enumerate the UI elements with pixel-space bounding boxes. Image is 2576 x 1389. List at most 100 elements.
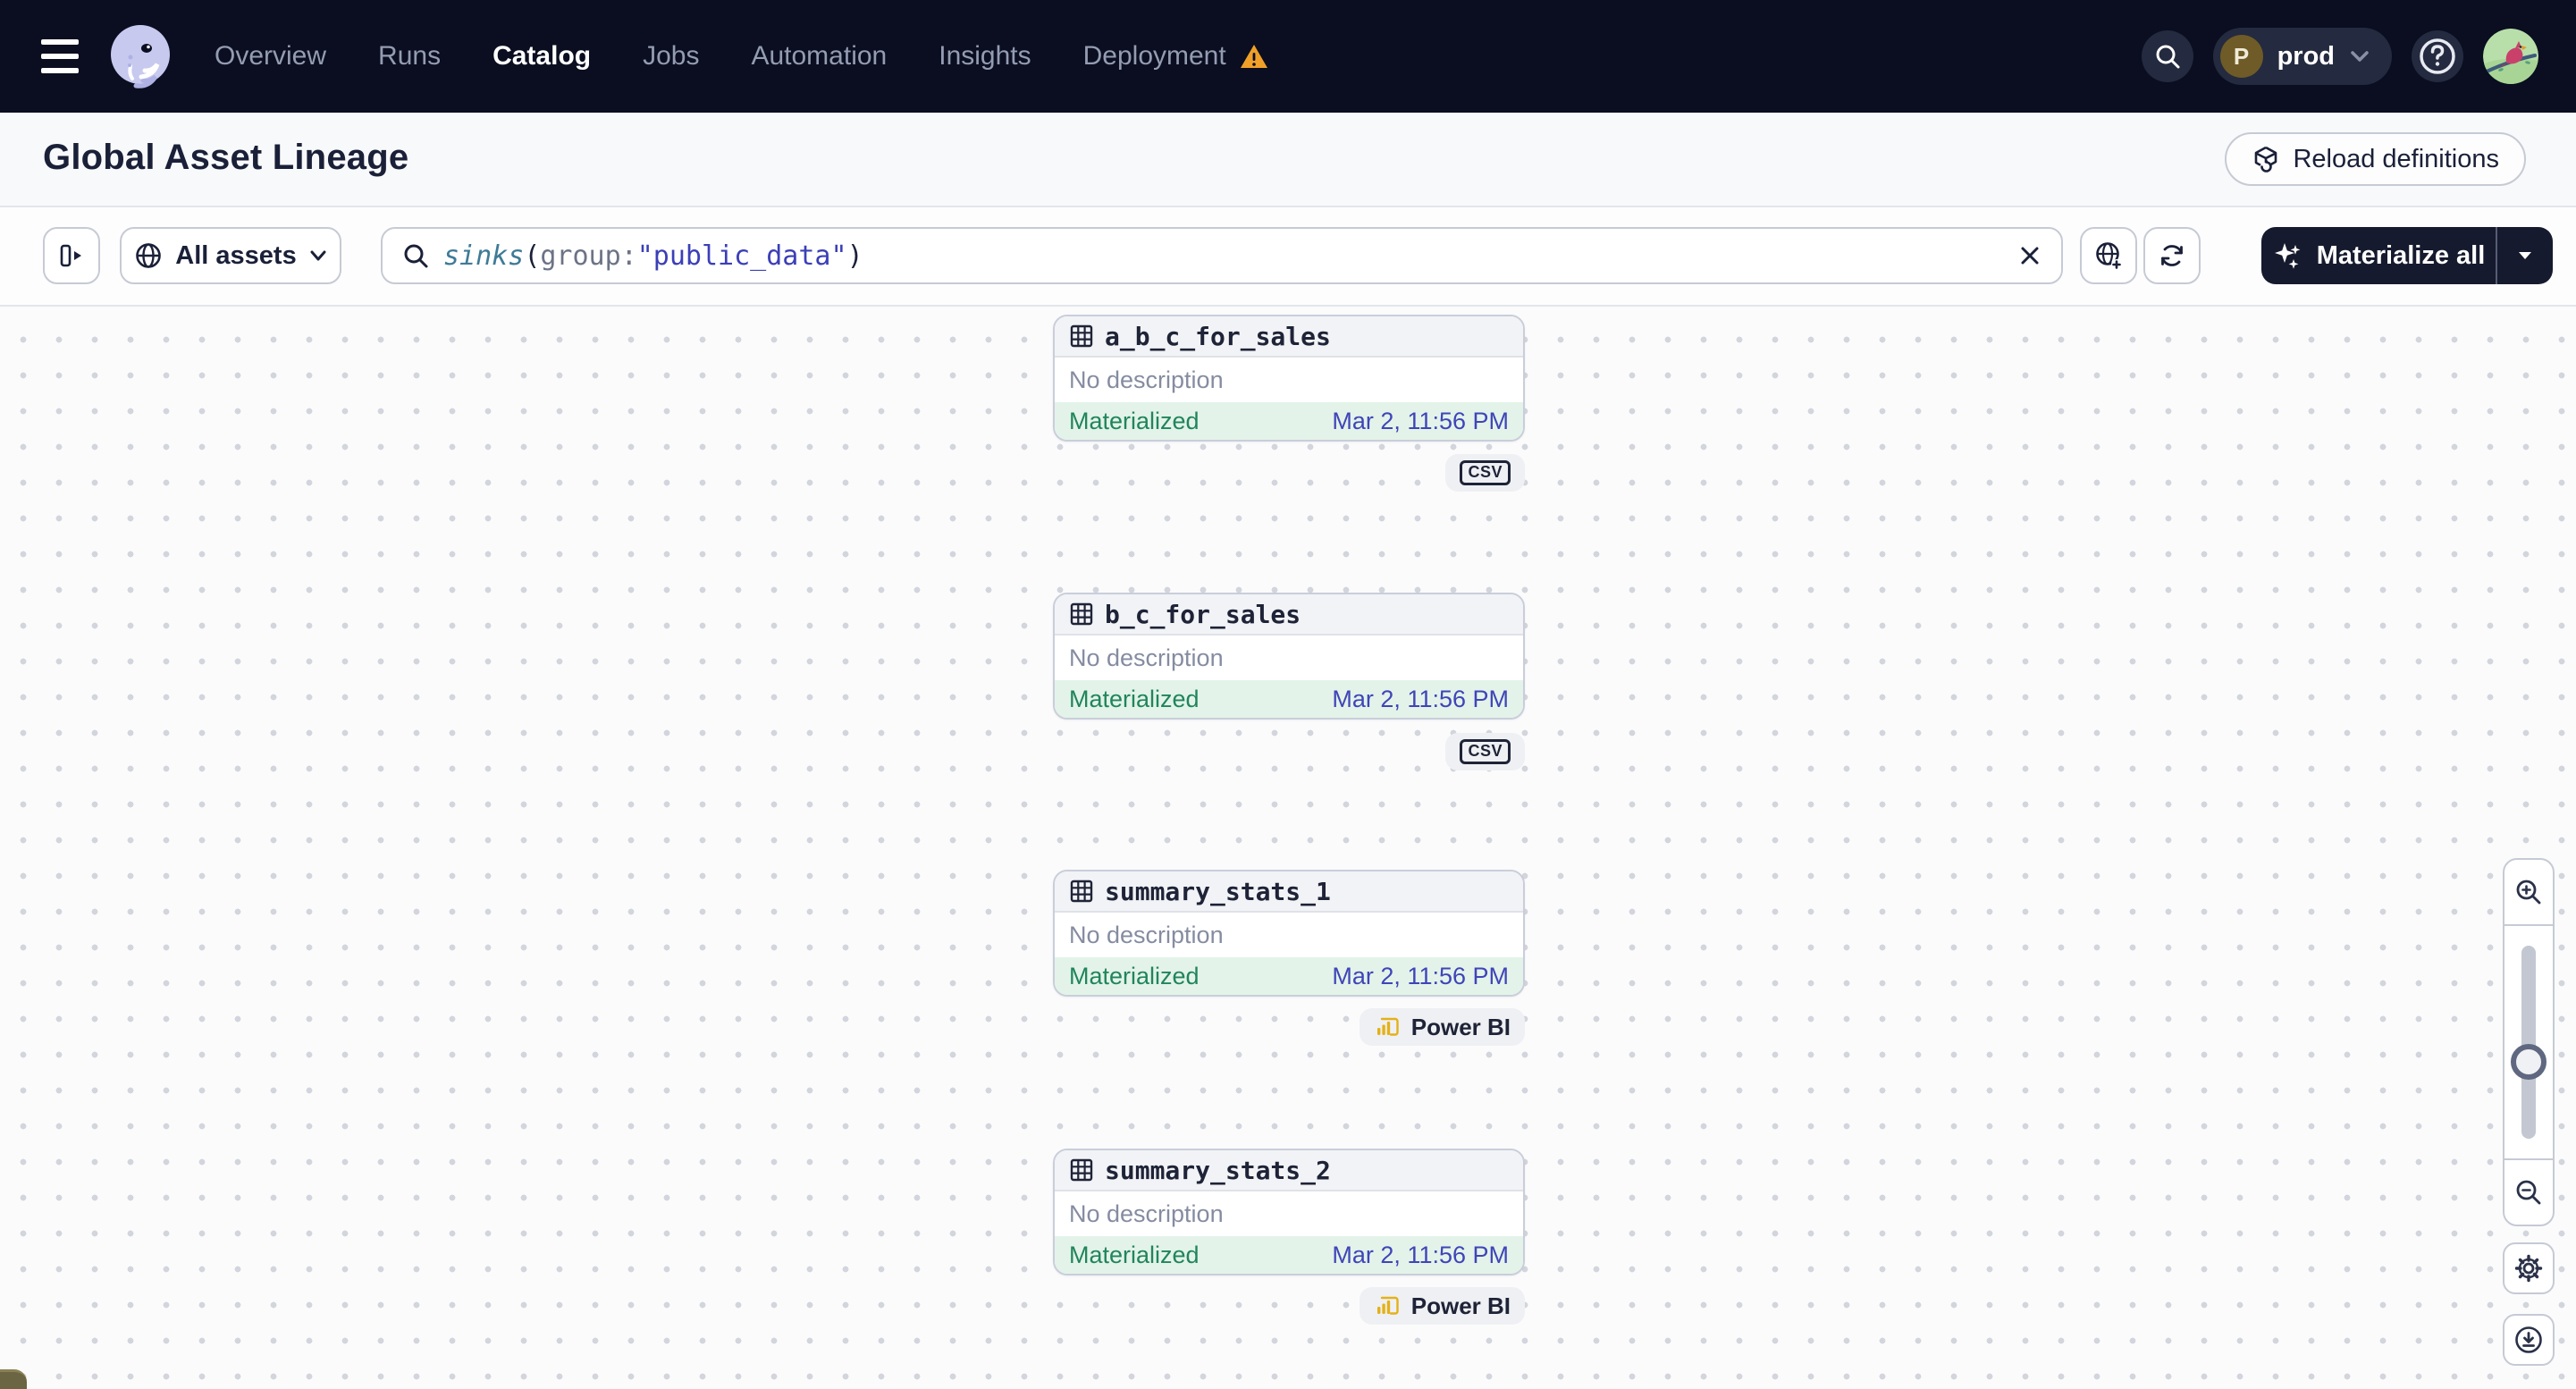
asset-status-bar: Materialized Mar 2, 11:56 PM [1055,680,1523,718]
asset-description: No description [1069,644,1224,671]
panel-expand-icon [60,244,81,267]
zoom-slider[interactable] [2504,924,2553,1160]
materialize-all-split-button: Materialize all [2261,227,2553,284]
nav-item-overview[interactable]: Overview [215,41,326,72]
nav-item-automation[interactable]: Automation [751,41,887,72]
table-icon [1070,1158,1093,1182]
asset-card-header: summary_stats_1 [1055,871,1523,913]
reload-definitions-label: Reload definitions [2293,144,2499,173]
csv-icon: CSV [1460,739,1511,764]
asset-status-bar: Materialized Mar 2, 11:56 PM [1055,1236,1523,1274]
refresh-icon [2161,245,2183,266]
materialization-timestamp[interactable]: Mar 2, 11:56 PM [1332,1242,1509,1269]
nav-item-catalog[interactable]: Catalog [492,41,591,72]
search-icon [2156,45,2180,69]
graph-settings-button[interactable] [2503,1242,2555,1294]
asset-name: b_c_for_sales [1105,599,1301,629]
kind-tag-csv[interactable]: CSV [1445,733,1525,770]
asset-status-bar: Materialized Mar 2, 11:56 PM [1055,957,1523,995]
asset-name: a_b_c_for_sales [1105,321,1331,351]
expand-sidebar-button[interactable] [43,227,100,284]
asset-scope-dropdown[interactable]: All assets [120,227,341,284]
materialize-all-button[interactable]: Materialize all [2261,227,2496,284]
nav-item-jobs[interactable]: Jobs [643,41,699,72]
hamburger-menu-icon[interactable] [41,39,79,73]
materialization-timestamp[interactable]: Mar 2, 11:56 PM [1332,686,1509,713]
csv-icon: CSV [1460,460,1511,485]
zoom-out-button[interactable] [2504,1160,2553,1225]
clear-query-button[interactable] [2018,244,2041,267]
refresh-button[interactable] [2143,227,2201,284]
asset-description: No description [1069,921,1224,948]
gear-icon [2514,1254,2543,1283]
lineage-toolbar: All assets sinks(group: "public_data") M… [0,207,2576,307]
nav-items: Overview Runs Catalog Jobs Automation In… [215,0,1269,113]
asset-selection-input[interactable]: sinks(group: "public_data") [381,227,2063,284]
nav-item-runs[interactable]: Runs [378,41,441,72]
globe-icon [136,243,162,268]
materialize-all-label: Materialize all [2316,240,2486,270]
materialization-timestamp[interactable]: Mar 2, 11:56 PM [1332,408,1509,435]
zoom-in-icon [2516,880,2541,905]
zoom-in-button[interactable] [2504,860,2553,924]
nav-item-deployment[interactable]: Deployment [1083,41,1269,72]
page-title: Global Asset Lineage [43,138,409,177]
asset-scope-label: All assets [175,240,297,270]
kind-tag-csv[interactable]: CSV [1445,454,1525,492]
chevron-down-icon [310,250,326,261]
close-icon [2021,247,2039,265]
page-header: Global Asset Lineage Reload definitions [0,113,2576,207]
view-scope-button[interactable] [2080,227,2137,284]
status-badge: Materialized [1069,1241,1200,1268]
chevron-down-icon [2519,252,2531,259]
environment-name: prod [2277,41,2335,71]
materialization-timestamp[interactable]: Mar 2, 11:56 PM [1332,963,1509,990]
asset-node-summary-stats-1[interactable]: summary_stats_1 No description Materiali… [1053,870,1525,997]
reload-definitions-button[interactable]: Reload definitions [2225,132,2526,186]
asset-card-header: a_b_c_for_sales [1055,316,1523,358]
zoom-slider-thumb[interactable] [2511,1044,2547,1080]
environment-initial: P [2219,35,2263,78]
asset-status-bar: Materialized Mar 2, 11:56 PM [1055,402,1523,440]
asset-description: No description [1069,1200,1224,1227]
help-button[interactable] [2412,30,2463,82]
nav-item-insights[interactable]: Insights [939,41,1031,72]
zoom-controls [2503,858,2555,1226]
table-icon [1070,602,1093,626]
status-badge: Materialized [1069,407,1200,434]
top-navbar: Overview Runs Catalog Jobs Automation In… [0,0,2576,113]
asset-node-a-b-c-for-sales[interactable]: a_b_c_for_sales No description Materiali… [1053,315,1525,442]
sparkles-icon [2274,243,2301,269]
search-button[interactable] [2141,30,2193,82]
reload-definitions-icon [2255,146,2277,173]
asset-description: No description [1069,366,1224,393]
environment-switcher[interactable]: P prod [2212,28,2392,85]
dagster-logo[interactable] [105,21,175,91]
globe-plus-icon [2096,242,2122,270]
kind-tag-powerbi[interactable]: Power BI [1359,1287,1525,1325]
zoom-out-icon [2516,1180,2541,1205]
download-icon [2515,1326,2542,1353]
asset-card-header: b_c_for_sales [1055,594,1523,636]
help-icon [2420,38,2455,74]
asset-node-b-c-for-sales[interactable]: b_c_for_sales No description Materialize… [1053,593,1525,720]
table-icon [1070,880,1093,903]
status-badge: Materialized [1069,962,1200,989]
powerbi-icon [1376,1296,1399,1315]
kind-tag-powerbi[interactable]: Power BI [1359,1008,1525,1046]
asset-card-header: summary_stats_2 [1055,1150,1523,1191]
warning-icon [1240,45,1267,68]
asset-node-summary-stats-2[interactable]: summary_stats_2 No description Materiali… [1053,1149,1525,1275]
download-image-button[interactable] [2503,1314,2555,1366]
kind-tag-label: Power BI [1410,1292,1511,1319]
asset-name: summary_stats_2 [1105,1155,1331,1185]
table-icon [1070,324,1093,348]
materialize-options-button[interactable] [2497,227,2553,284]
chevron-down-icon [2351,51,2369,62]
nav-right-cluster: P prod [2141,0,2538,113]
minimap-corner [0,1369,27,1389]
kind-tag-label: Power BI [1410,1013,1511,1040]
zoom-slider-track[interactable] [2521,946,2536,1139]
user-avatar[interactable] [2483,29,2538,84]
asset-name: summary_stats_1 [1105,876,1331,906]
